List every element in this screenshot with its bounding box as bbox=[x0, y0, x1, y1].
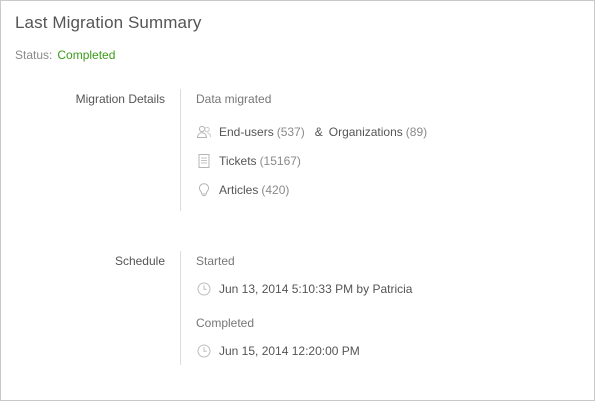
migration-details-label: Migration Details bbox=[75, 92, 165, 106]
users-icon bbox=[196, 124, 212, 140]
status-label: Status: bbox=[15, 48, 53, 62]
page-title: Last Migration Summary bbox=[15, 13, 202, 32]
organizations-label: Organizations bbox=[328, 125, 403, 139]
clock-icon bbox=[196, 281, 212, 297]
ampersand-connector: & bbox=[314, 125, 323, 139]
completed-heading: Completed bbox=[196, 316, 255, 330]
clock-icon bbox=[196, 343, 212, 359]
completed-value: Jun 15, 2014 12:20:00 PM bbox=[219, 344, 360, 358]
lightbulb-icon bbox=[196, 182, 212, 198]
status-badge: Completed bbox=[57, 48, 116, 62]
status-line: Status: Completed bbox=[15, 48, 115, 62]
tickets-row: Tickets (15167) bbox=[196, 153, 301, 169]
end-users-label: End-users bbox=[219, 125, 274, 139]
schedule-divider bbox=[180, 251, 181, 365]
tickets-count: (15167) bbox=[259, 154, 301, 168]
end-users-count: (537) bbox=[276, 125, 305, 139]
migration-details-divider bbox=[180, 89, 181, 211]
articles-row: Articles (420) bbox=[196, 182, 289, 198]
articles-count: (420) bbox=[261, 183, 290, 197]
started-value: Jun 13, 2014 5:10:33 PM by Patricia bbox=[219, 282, 413, 296]
articles-label: Articles bbox=[219, 183, 259, 197]
ticket-icon bbox=[196, 153, 212, 169]
schedule-label: Schedule bbox=[114, 254, 165, 268]
organizations-count: (89) bbox=[405, 125, 428, 139]
tickets-label: Tickets bbox=[219, 154, 257, 168]
completed-row: Jun 15, 2014 12:20:00 PM bbox=[196, 343, 360, 359]
migration-summary-panel: Last Migration Summary Status: Completed … bbox=[0, 0, 595, 401]
data-migrated-heading: Data migrated bbox=[196, 92, 272, 106]
started-heading: Started bbox=[196, 254, 235, 268]
started-row: Jun 13, 2014 5:10:33 PM by Patricia bbox=[196, 281, 412, 297]
end-users-organizations-row: End-users (537) & Organizations (89) bbox=[196, 124, 427, 140]
